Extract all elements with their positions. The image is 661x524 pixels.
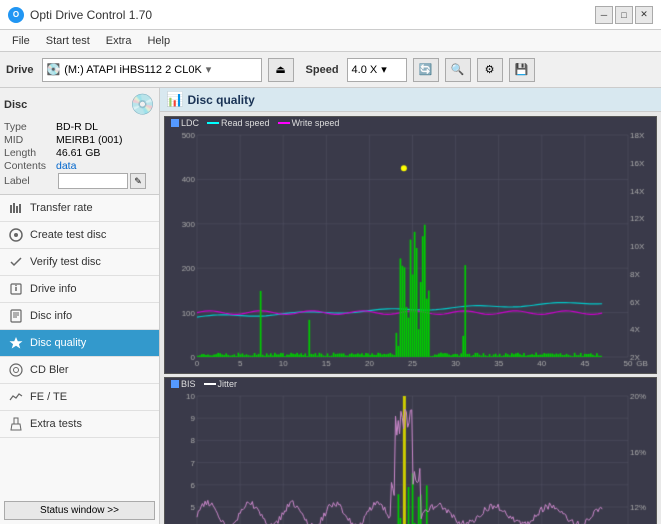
sidebar-item-disc-quality[interactable]: Disc quality <box>0 330 159 357</box>
sidebar: Disc 💿 Type BD-R DL MID MEIRB1 (001) Len… <box>0 88 160 524</box>
close-button[interactable]: ✕ <box>635 6 653 24</box>
chart1-canvas <box>165 129 656 373</box>
transfer-rate-icon <box>8 200 24 216</box>
app-title: Opti Drive Control 1.70 <box>30 8 152 22</box>
extra-tests-label: Extra tests <box>30 418 82 430</box>
disc-quality-label: Disc quality <box>30 337 86 349</box>
label-label: Label <box>4 175 56 187</box>
sidebar-item-drive-info[interactable]: Drive info <box>0 276 159 303</box>
read-speed-legend: Read speed <box>221 118 270 128</box>
verify-test-disc-icon <box>8 254 24 270</box>
mid-label: MID <box>4 134 56 146</box>
ldc-legend: LDC <box>181 118 199 128</box>
drive-toolbar: Drive 💽 (M:) ATAPI iHBS112 2 CL0K ▾ ⏏ Sp… <box>0 52 661 88</box>
mid-value: MEIRB1 (001) <box>56 134 123 146</box>
drive-select[interactable]: 💽 (M:) ATAPI iHBS112 2 CL0K ▾ <box>42 58 262 82</box>
drive-arrow-icon: ▾ <box>206 63 212 76</box>
sidebar-item-extra-tests[interactable]: Extra tests <box>0 411 159 438</box>
content-title: Disc quality <box>187 93 254 107</box>
speed-arrow-icon: ▾ <box>381 63 387 76</box>
sidebar-item-create-test-disc[interactable]: Create test disc <box>0 222 159 249</box>
drive-value: (M:) ATAPI iHBS112 2 CL0K <box>64 64 202 76</box>
minimize-button[interactable]: ─ <box>595 6 613 24</box>
drive-info-label: Drive info <box>30 283 76 295</box>
label-edit-button[interactable]: ✎ <box>130 173 146 189</box>
maximize-button[interactable]: □ <box>615 6 633 24</box>
cd-bler-label: CD Bler <box>30 364 69 376</box>
sidebar-item-disc-info[interactable]: Disc info <box>0 303 159 330</box>
fe-te-icon <box>8 389 24 405</box>
settings-button[interactable]: ⚙ <box>477 58 503 82</box>
speed-select[interactable]: 4.0 X ▾ <box>347 58 407 82</box>
content-header: 📊 Disc quality <box>160 88 661 112</box>
menu-start-test[interactable]: Start test <box>38 33 98 49</box>
type-value: BD-R DL <box>56 121 98 133</box>
verify-test-disc-label: Verify test disc <box>30 256 101 268</box>
charts-area: LDC Read speed Write speed <box>160 112 661 524</box>
speed-label: Speed <box>306 64 339 76</box>
write-speed-legend: Write speed <box>292 118 340 128</box>
scan-button[interactable]: 🔍 <box>445 58 471 82</box>
sidebar-nav: Transfer rate Create test disc Verify te… <box>0 195 159 497</box>
length-label: Length <box>4 147 56 159</box>
content-area: 📊 Disc quality LDC Read speed <box>160 88 661 524</box>
menu-bar: File Start test Extra Help <box>0 30 661 52</box>
disc-info-label: Disc info <box>30 310 72 322</box>
drive-icon: 💽 <box>47 63 61 76</box>
chart1-container: LDC Read speed Write speed <box>164 116 657 374</box>
create-test-disc-label: Create test disc <box>30 229 106 241</box>
transfer-rate-label: Transfer rate <box>30 202 93 214</box>
extra-tests-icon <box>8 416 24 432</box>
disc-icon: 💿 <box>130 92 155 117</box>
fe-te-label: FE / TE <box>30 391 67 403</box>
menu-file[interactable]: File <box>4 33 38 49</box>
save-button[interactable]: 💾 <box>509 58 535 82</box>
eject-button[interactable]: ⏏ <box>268 58 294 82</box>
disc-panel-title: Disc <box>4 99 27 111</box>
app-icon: O <box>8 7 24 23</box>
sidebar-item-cd-bler[interactable]: CD Bler <box>0 357 159 384</box>
contents-label: Contents <box>4 160 56 172</box>
contents-value: data <box>56 160 76 172</box>
create-test-disc-icon <box>8 227 24 243</box>
chart2-canvas <box>165 390 656 524</box>
refresh-button[interactable]: 🔄 <box>413 58 439 82</box>
bis-legend: BIS <box>181 379 196 389</box>
drive-info-icon <box>8 281 24 297</box>
label-input[interactable] <box>58 173 128 189</box>
disc-info-icon <box>8 308 24 324</box>
sidebar-item-transfer-rate[interactable]: Transfer rate <box>0 195 159 222</box>
length-value: 46.61 GB <box>56 147 100 159</box>
sidebar-item-fe-te[interactable]: FE / TE <box>0 384 159 411</box>
jitter-legend: Jitter <box>218 379 238 389</box>
chart2-container: BIS Jitter <box>164 377 657 524</box>
content-header-icon: 📊 <box>166 91 183 108</box>
menu-extra[interactable]: Extra <box>98 33 140 49</box>
disc-quality-icon <box>8 335 24 351</box>
sidebar-item-verify-test-disc[interactable]: Verify test disc <box>0 249 159 276</box>
drive-label: Drive <box>6 64 34 76</box>
disc-panel: Disc 💿 Type BD-R DL MID MEIRB1 (001) Len… <box>0 88 159 195</box>
menu-help[interactable]: Help <box>139 33 178 49</box>
status-window-button[interactable]: Status window >> <box>4 501 155 520</box>
cd-bler-icon <box>8 362 24 378</box>
speed-value: 4.0 X <box>352 64 378 76</box>
type-label: Type <box>4 121 56 133</box>
title-bar: O Opti Drive Control 1.70 ─ □ ✕ <box>0 0 661 30</box>
